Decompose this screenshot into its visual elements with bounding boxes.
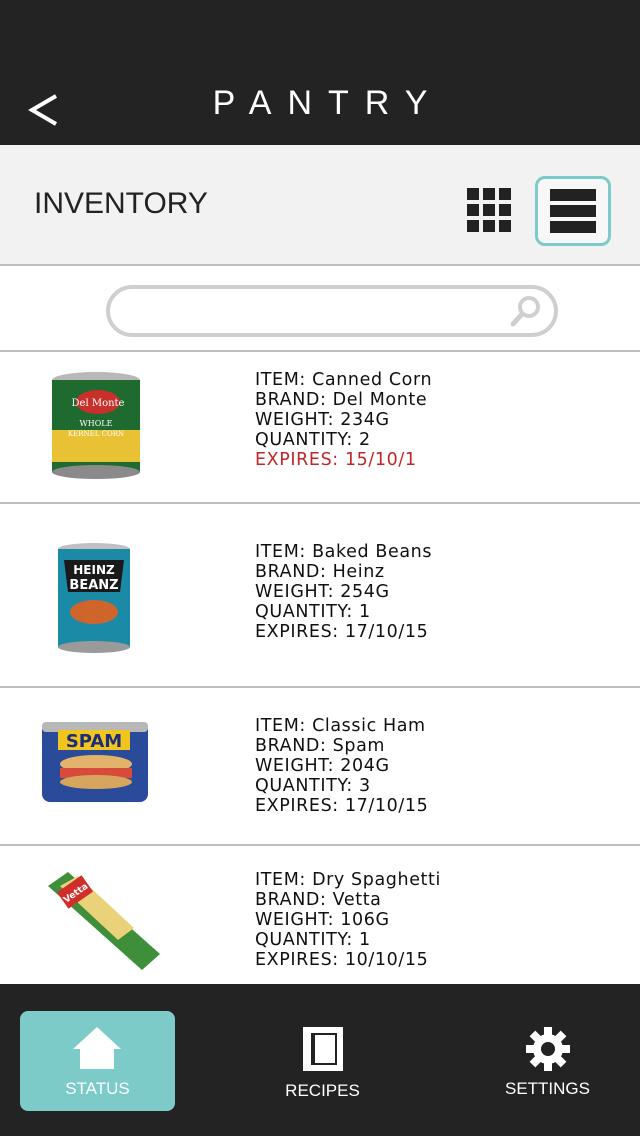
home-icon (73, 1027, 121, 1069)
item-quantity: QUANTITY: 3 (255, 776, 371, 796)
tab-label: SETTINGS (504, 1079, 590, 1098)
item-weight: WEIGHT: 254G (255, 582, 390, 602)
tab-recipes[interactable]: RECIPES (245, 1011, 400, 1111)
item-details: ITEM: Dry Spaghetti BRAND: Vetta WEIGHT:… (255, 870, 441, 970)
search-field[interactable] (106, 285, 558, 337)
list-item[interactable]: Vetta ITEM: Dry Spaghetti BRAND: Vetta W… (0, 846, 640, 984)
bottom-tab-bar: STATUS RECIPES SETTINGS (0, 984, 640, 1136)
item-brand: BRAND: Del Monte (255, 390, 428, 410)
spaghetti-image: Vetta (48, 872, 160, 970)
grid-view-icon (467, 188, 511, 232)
list-item[interactable]: HEINZ BEANZ ITEM: Baked Beans BRAND: Hei… (0, 504, 640, 688)
item-details: ITEM: Classic Ham BRAND: Spam WEIGHT: 20… (255, 716, 428, 816)
page-title: PANTRY (212, 84, 444, 122)
item-brand: BRAND: Spam (255, 736, 386, 756)
tab-label: STATUS (65, 1079, 130, 1098)
inventory-toolbar: INVENTORY (0, 145, 640, 266)
item-quantity: QUANTITY: 1 (255, 930, 371, 950)
item-brand: BRAND: Heinz (255, 562, 385, 582)
search-bar (0, 266, 640, 352)
list-view-button[interactable] (535, 176, 611, 246)
tab-status[interactable]: STATUS (20, 1011, 175, 1111)
section-title: INVENTORY (34, 187, 208, 220)
svg-text:SPAM: SPAM (66, 731, 122, 752)
item-quantity: QUANTITY: 1 (255, 602, 371, 622)
item-brand: BRAND: Vetta (255, 890, 382, 910)
item-expiry: EXPIRES: 15/10/1 (255, 450, 417, 470)
item-expiry: EXPIRES: 10/10/15 (255, 950, 429, 970)
tab-settings[interactable]: SETTINGS (470, 1011, 625, 1111)
item-details: ITEM: Baked Beans BRAND: Heinz WEIGHT: 2… (255, 542, 432, 642)
book-icon (303, 1027, 343, 1071)
item-weight: WEIGHT: 204G (255, 756, 390, 776)
gear-icon (526, 1027, 570, 1071)
item-name: ITEM: Classic Ham (255, 716, 426, 736)
baked-beans-image: HEINZ BEANZ (58, 543, 130, 653)
list-item[interactable]: SPAM ITEM: Classic Ham BRAND: Spam WEIGH… (0, 688, 640, 846)
item-name: ITEM: Canned Corn (255, 370, 433, 390)
spam-image: SPAM (42, 722, 148, 802)
svg-text:WHOLE: WHOLE (80, 419, 113, 428)
search-icon[interactable] (508, 293, 544, 329)
item-quantity: QUANTITY: 2 (255, 430, 371, 450)
list-view-icon (550, 189, 596, 233)
item-name: ITEM: Dry Spaghetti (255, 870, 441, 890)
search-input[interactable] (130, 295, 504, 327)
tab-label: RECIPES (285, 1081, 360, 1100)
app-header: PANTRY (0, 0, 640, 145)
svg-text:KERNEL CORN: KERNEL CORN (68, 430, 124, 438)
item-weight: WEIGHT: 106G (255, 910, 390, 930)
item-expiry: EXPIRES: 17/10/15 (255, 796, 429, 816)
list-item[interactable]: Del Monte WHOLE KERNEL CORN ITEM: Canned… (0, 352, 640, 504)
svg-text:Del Monte: Del Monte (72, 398, 125, 409)
grid-view-button[interactable] (462, 183, 518, 239)
item-weight: WEIGHT: 234G (255, 410, 390, 430)
item-details: ITEM: Canned Corn BRAND: Del Monte WEIGH… (255, 370, 432, 470)
item-expiry: EXPIRES: 17/10/15 (255, 622, 429, 642)
svg-text:BEANZ: BEANZ (69, 578, 118, 593)
svg-text:HEINZ: HEINZ (73, 563, 115, 577)
item-name: ITEM: Baked Beans (255, 542, 433, 562)
canned-corn-image: Del Monte WHOLE KERNEL CORN (52, 372, 140, 479)
